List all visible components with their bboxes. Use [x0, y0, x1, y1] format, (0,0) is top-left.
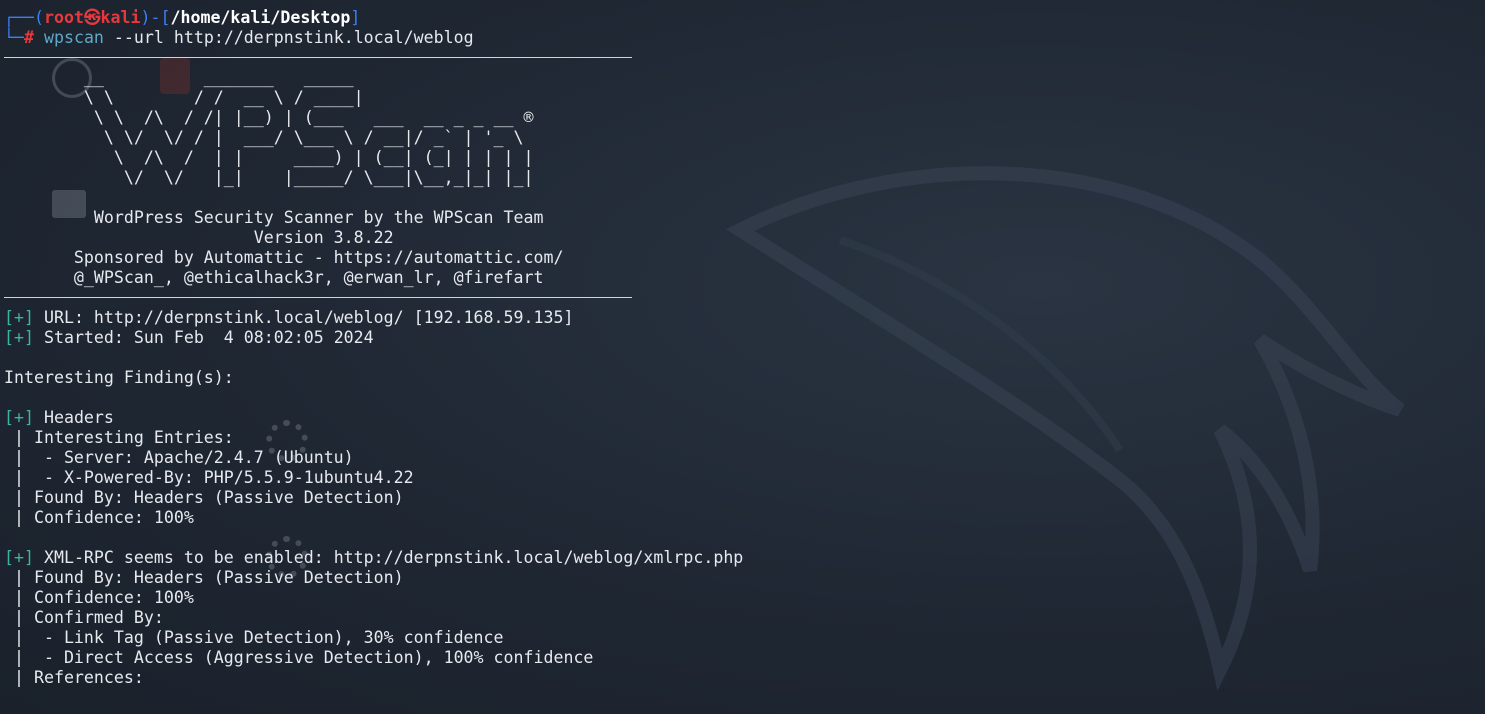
terminal-window[interactable]: { "prompt": { "bracket_top": "┌──(", "us… — [0, 0, 1485, 714]
terminal-output[interactable]: ┌──(root㉿kali)-[/home/kali/Desktop] └─# … — [4, 8, 1485, 714]
started-line: [+] Started: Sun Feb 4 08:02:05 2024 — [4, 328, 1485, 348]
info-tag: [+] — [4, 408, 34, 427]
started-text: Started: Sun Feb 4 08:02:05 2024 — [33, 328, 374, 347]
finding-detail: | References: — [4, 668, 144, 687]
xmlrpc-title-text: XML-RPC seems to be enabled: http://derp… — [33, 548, 744, 567]
command-name: wpscan — [43, 28, 104, 47]
finding-detail: | - Server: Apache/2.4.7 (Ubuntu) — [4, 448, 354, 467]
prompt-host: kali — [100, 8, 141, 27]
finding-detail: | Interesting Entries: — [4, 428, 234, 447]
headers-title-text: Headers — [33, 408, 114, 427]
info-tag: [+] — [4, 328, 34, 347]
headers-title: [+] Headers — [4, 408, 1485, 428]
prompt-user: root — [43, 8, 84, 27]
banner-line: \ \ /\ / /| |__) | (___ ___ __ _ _ __ ® — [4, 108, 534, 127]
findings-heading: Interesting Finding(s): — [4, 368, 234, 387]
divider-top — [4, 57, 632, 58]
finding-detail: | Found By: Headers (Passive Detection) — [4, 568, 404, 587]
wpscan-ascii-logo: __ _______ _____ \ \ / / __ \ / ____| \ … — [4, 68, 1485, 188]
credits-line: WordPress Security Scanner by the WPScan… — [4, 208, 544, 227]
command-args: --url http://derpnstink.local/weblog — [103, 28, 474, 47]
prompt-cwd: /home/kali/Desktop — [170, 8, 351, 27]
credits-sponsor: Sponsored by Automattic - https://automa… — [4, 248, 564, 267]
prompt-line-1: ┌──(root㉿kali)-[/home/kali/Desktop] — [4, 8, 1485, 28]
finding-detail: | Found By: Headers (Passive Detection) — [4, 488, 404, 507]
finding-detail: | - Direct Access (Aggressive Detection)… — [4, 648, 594, 667]
divider-bottom — [4, 297, 632, 298]
finding-detail: | - X-Powered-By: PHP/5.5.9-1ubuntu4.22 — [4, 468, 414, 487]
finding-detail: | - Link Tag (Passive Detection), 30% co… — [4, 628, 504, 647]
info-tag: [+] — [4, 308, 34, 327]
url-text: URL: http://derpnstink.local/weblog/ [19… — [33, 308, 574, 327]
prompt-bracket: ┌──( — [4, 8, 44, 27]
credits-version: Version 3.8.22 — [4, 228, 394, 247]
prompt-line-2[interactable]: └─# wpscan --url http://derpnstink.local… — [4, 28, 1485, 48]
prompt-close: ] — [350, 8, 361, 27]
banner-line: \ /\ / | | ____) | (__| (_| | | | | — [4, 148, 534, 167]
xmlrpc-title: [+] XML-RPC seems to be enabled: http://… — [4, 548, 1485, 568]
credits-authors: @_WPScan_, @ethicalhack3r, @erwan_lr, @f… — [4, 268, 544, 287]
prompt-hash: # — [23, 28, 34, 47]
banner-line: __ _______ _____ — [4, 68, 354, 87]
finding-detail: | Confidence: 100% — [4, 588, 194, 607]
url-line: [+] URL: http://derpnstink.local/weblog/… — [4, 308, 1485, 328]
skull-icon: ㉿ — [83, 8, 101, 27]
finding-detail: | Confirmed By: — [4, 608, 164, 627]
prompt-bracket-bottom: └─ — [4, 28, 24, 47]
prompt-sep: )-[ — [140, 8, 171, 27]
banner-line: \/ \/ |_| |_____/ \___|\__,_|_| |_| — [4, 168, 534, 187]
banner-line: \ \/ \/ / | ___/ \___ \ / __|/ _` | '_ \ — [4, 128, 524, 147]
info-tag: [+] — [4, 548, 34, 567]
finding-detail: | Confidence: 100% — [4, 508, 194, 527]
banner-line: \ \ / / __ \ / ____| — [4, 88, 364, 107]
